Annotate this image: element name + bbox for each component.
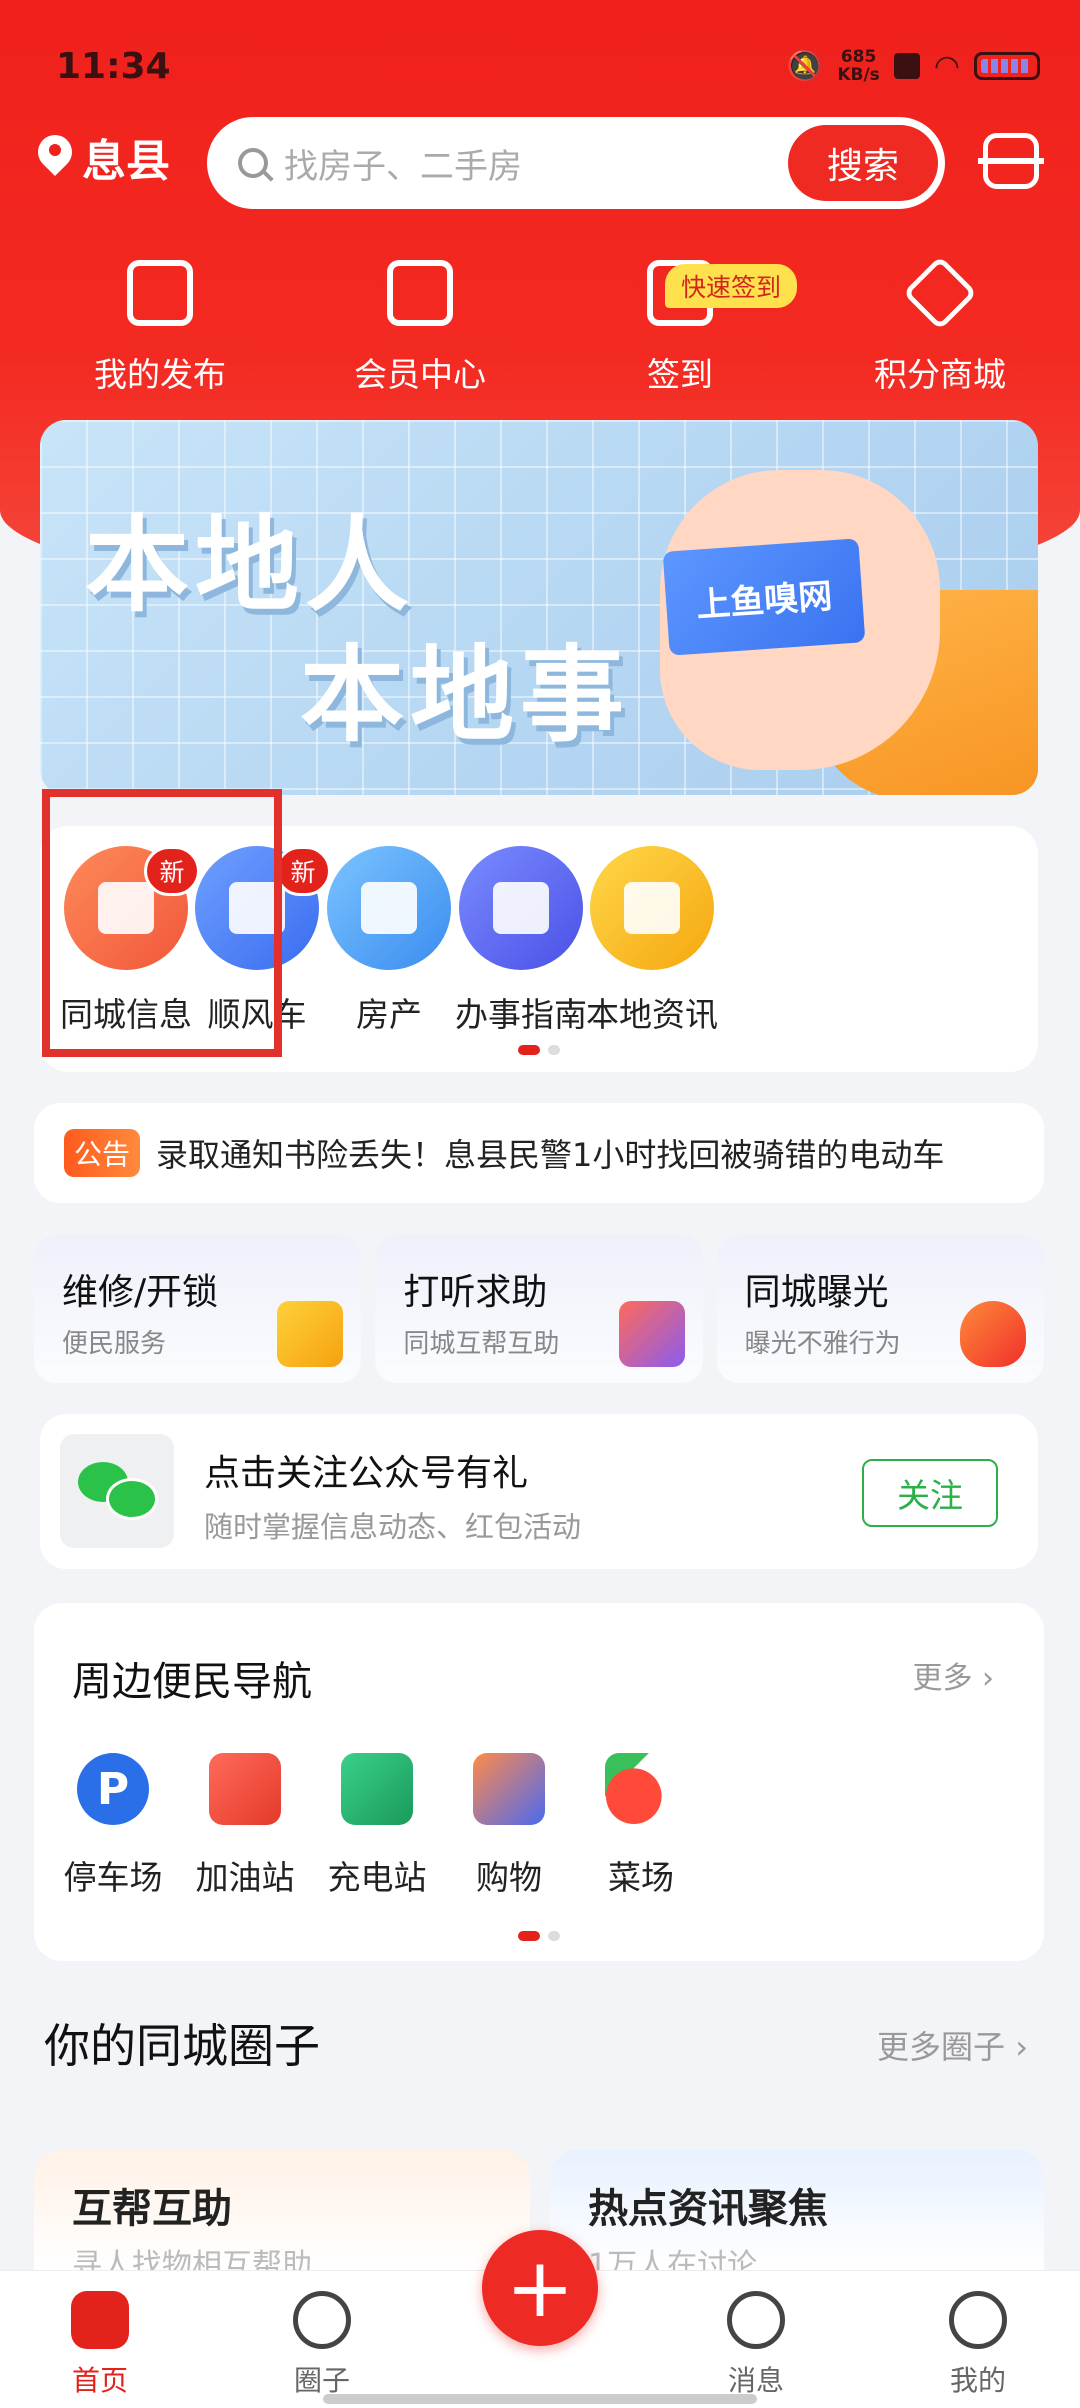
tab-me[interactable]: 我的 [918, 2291, 1038, 2399]
announcement-bar[interactable]: 公告 录取通知书险丢失！息县民警1小时找回被骑错的电动车 [34, 1103, 1044, 1203]
circle-card-hot-news[interactable]: 热点资讯聚焦 1万人在讨论 [550, 2150, 1044, 2283]
feature-cards: 维修/开锁 便民服务 打听求助 同城互帮互助 同城曝光 曝光不雅行为 [34, 1235, 1044, 1383]
follow-official-account: 点击关注公众号有礼 随时掌握信息动态、红包活动 关注 [40, 1414, 1038, 1569]
service-local-news[interactable]: 本地资讯 [562, 846, 742, 1036]
shopping-bag-icon [473, 1753, 545, 1825]
compass-icon [293, 2291, 351, 2349]
diamond-icon [902, 255, 978, 331]
circle-section-title: 你的同城圈子 [44, 2019, 320, 2073]
search-icon [238, 148, 268, 178]
location-selector[interactable]: 息县 [38, 125, 170, 189]
chat-bubble-icon [618, 1301, 685, 1367]
nearby-title: 周边便民导航 [72, 1659, 312, 1705]
banner-headline-2: 本地事 [300, 634, 631, 756]
card-repair-unlock[interactable]: 维修/开锁 便民服务 [34, 1235, 362, 1383]
clipboard-check-icon [127, 260, 193, 326]
nearby-navigation: 周边便民导航 更多 › P 停车场 加油站 充电站 购物 菜场 [34, 1603, 1044, 1961]
tab-messages[interactable]: 消息 [696, 2291, 816, 2399]
banner-card: 上鱼嗅网 [662, 538, 866, 656]
page-indicator [518, 1045, 560, 1055]
tab-circle[interactable]: 圈子 [262, 2291, 382, 2399]
publish-plus-button[interactable]: + [482, 2230, 598, 2346]
nearby-market[interactable]: 菜场 [566, 1753, 716, 1899]
card-help[interactable]: 打听求助 同城互帮互助 [375, 1235, 703, 1383]
gas-pump-icon [209, 1753, 281, 1825]
quick-my-posts[interactable]: 我的发布 [34, 260, 286, 396]
mute-icon: 🔕 [785, 48, 824, 84]
parking-icon: P [77, 1753, 149, 1825]
quick-actions: 我的发布 会员中心 签到 积分商城 [0, 255, 1080, 396]
announcement-text[interactable]: 录取通知书险丢失！息县民警1小时找回被骑错的电动车 [156, 1130, 944, 1176]
home-indicator [323, 2394, 757, 2404]
highlight-box [42, 789, 282, 1057]
vegetable-icon [605, 1753, 677, 1825]
promo-banner[interactable]: 本地人 本地事 上鱼嗅网 [40, 420, 1038, 795]
status-bar: 11:34 🔕 685 KB/s ◠ [56, 36, 1040, 96]
nearby-more-link[interactable]: 更多 › [912, 1653, 994, 1697]
tab-home[interactable]: 首页 [40, 2291, 160, 2399]
sim-icon [893, 53, 920, 79]
battery-icon [974, 52, 1040, 80]
quick-signin-badge: 快速签到 [665, 264, 798, 308]
wifi-icon: ◠ [933, 48, 960, 84]
search-button[interactable]: 搜索 [788, 125, 938, 201]
follow-button[interactable]: 关注 [862, 1459, 998, 1527]
home-icon [71, 2291, 129, 2349]
banner-headline-1: 本地人 [85, 504, 416, 626]
nearby-charging-station[interactable]: 充电站 [302, 1753, 452, 1899]
document-icon [590, 846, 714, 970]
nearby-shopping[interactable]: 购物 [434, 1753, 584, 1899]
location-pin-icon [38, 135, 72, 179]
flame-icon [959, 1301, 1026, 1367]
circle-more-link[interactable]: 更多圈子 › [877, 2022, 1028, 2068]
city-name: 息县 [82, 136, 170, 187]
status-time: 11:34 [56, 45, 171, 87]
search-input[interactable]: 找房子、二手房 [284, 139, 788, 188]
nearby-parking[interactable]: P 停车场 [38, 1753, 188, 1899]
message-face-icon [727, 2291, 785, 2349]
member-card-icon [387, 260, 453, 326]
charging-icon [341, 1753, 413, 1825]
profile-icon [949, 2291, 1007, 2349]
announcement-tag: 公告 [64, 1129, 141, 1177]
quick-points-mall[interactable]: 积分商城 [814, 255, 1066, 396]
follow-subtitle: 随时掌握信息动态、红包活动 [204, 1510, 582, 1544]
search-bar[interactable]: 找房子、二手房 搜索 [207, 117, 945, 209]
network-speed: 685 KB/s [837, 47, 880, 85]
scan-icon[interactable] [978, 133, 1044, 189]
quick-member-center[interactable]: 会员中心 [294, 260, 546, 396]
nearby-gas-station[interactable]: 加油站 [170, 1753, 320, 1899]
wechat-icon [60, 1434, 174, 1548]
house-icon [277, 1301, 344, 1367]
card-exposure[interactable]: 同城曝光 曝光不雅行为 [716, 1235, 1044, 1383]
nearby-page-indicator [518, 1931, 560, 1941]
follow-title: 点击关注公众号有礼 [204, 1453, 529, 1494]
circle-card-mutual-help[interactable]: 互帮互助 寻人找物相互帮助 [34, 2150, 530, 2283]
